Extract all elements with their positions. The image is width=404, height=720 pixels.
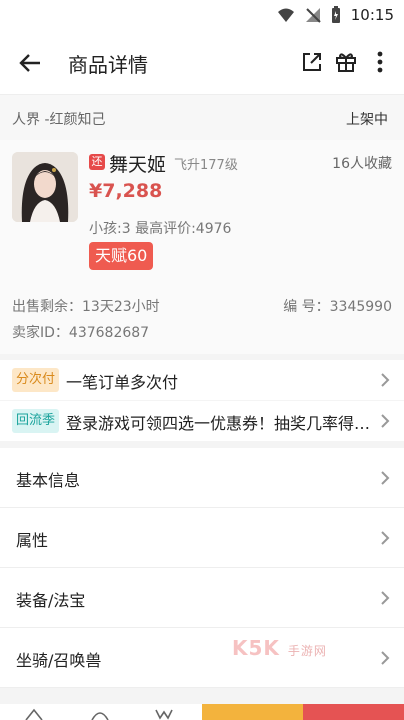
section-attributes[interactable]: 属性 — [0, 508, 404, 568]
heart-icon[interactable] — [154, 708, 174, 720]
promo-text: 登录游戏可领四选一优惠券！抽奖几率得鎏金… — [66, 414, 374, 433]
buy-now-button[interactable] — [303, 704, 404, 720]
chevron-right-icon — [381, 471, 390, 485]
installment-badge: 分次付 — [12, 368, 60, 392]
section-equipment[interactable]: 装备/法宝 — [0, 568, 404, 628]
battery-icon — [331, 6, 340, 23]
watermark-sub: 手游网 — [287, 644, 327, 658]
chevron-right-icon — [381, 373, 390, 387]
talent-badge: 天赋60 — [89, 242, 154, 270]
chevron-right-icon — [381, 651, 390, 665]
back-arrow-icon[interactable] — [16, 48, 46, 78]
character-name: 舞天姬 — [109, 154, 167, 176]
section-label: 属性 — [16, 531, 49, 550]
gift-icon[interactable] — [332, 48, 360, 76]
page-title: 商品详情 — [68, 53, 148, 77]
share-icon[interactable] — [298, 48, 326, 76]
section-label: 装备/法宝 — [16, 591, 86, 610]
seller-id: 卖家ID：437682687 — [12, 325, 150, 341]
product-card: 还 舞天姬 飞升177级 16人收藏 ¥7,288 小孩:3 最高评价:4976… — [0, 140, 404, 354]
section-label: 坐骑/召唤兽 — [16, 651, 102, 670]
status-time: 10:15 — [350, 6, 394, 24]
no-signal-icon — [305, 8, 321, 23]
promo-return-season[interactable]: 回流季 登录游戏可领四选一优惠券！抽奖几率得鎏金… — [0, 401, 404, 441]
character-level: 飞升177级 — [174, 158, 238, 173]
promo-installment[interactable]: 分次付 一笔订单多次付 — [0, 360, 404, 400]
chevron-right-icon — [381, 591, 390, 605]
watermark-brand: K5K — [232, 636, 280, 660]
item-number: 编 号：3345990 — [283, 299, 392, 315]
server-name: 人界 -红颜知己 — [12, 112, 106, 128]
return-season-badge: 回流季 — [12, 409, 60, 433]
chevron-right-icon — [381, 414, 390, 428]
status-icons: 10:15 — [277, 6, 394, 24]
product-meta: 小孩:3 最高评价:4976 — [89, 221, 232, 237]
section-basic-info[interactable]: 基本信息 — [0, 448, 404, 508]
favorites-count: 16人收藏 — [332, 156, 392, 172]
promo-text: 一笔订单多次付 — [66, 373, 179, 392]
more-vert-icon[interactable] — [366, 48, 394, 76]
time-remaining: 出售剩余：13天23小时 — [12, 299, 160, 315]
listing-status: 上架中 — [346, 112, 388, 128]
character-avatar[interactable] — [12, 152, 78, 222]
chevron-right-icon — [381, 531, 390, 545]
return-badge: 还 — [89, 154, 105, 170]
product-price: ¥7,288 — [89, 180, 163, 202]
section-mounts[interactable]: 坐骑/召唤兽 — [0, 628, 404, 688]
watermark: K5K 手游网 — [232, 636, 327, 660]
section-label: 基本信息 — [16, 471, 81, 490]
wifi-icon — [277, 8, 294, 22]
bottom-action-bar — [0, 704, 404, 720]
add-to-cart-button[interactable] — [202, 704, 303, 720]
app-bar: 商品详情 — [0, 32, 404, 94]
status-bar: 10:15 — [0, 0, 404, 32]
server-band: 人界 -红颜知己 上架中 — [0, 94, 404, 140]
chat-icon[interactable] — [90, 708, 110, 720]
home-icon[interactable] — [24, 708, 44, 720]
